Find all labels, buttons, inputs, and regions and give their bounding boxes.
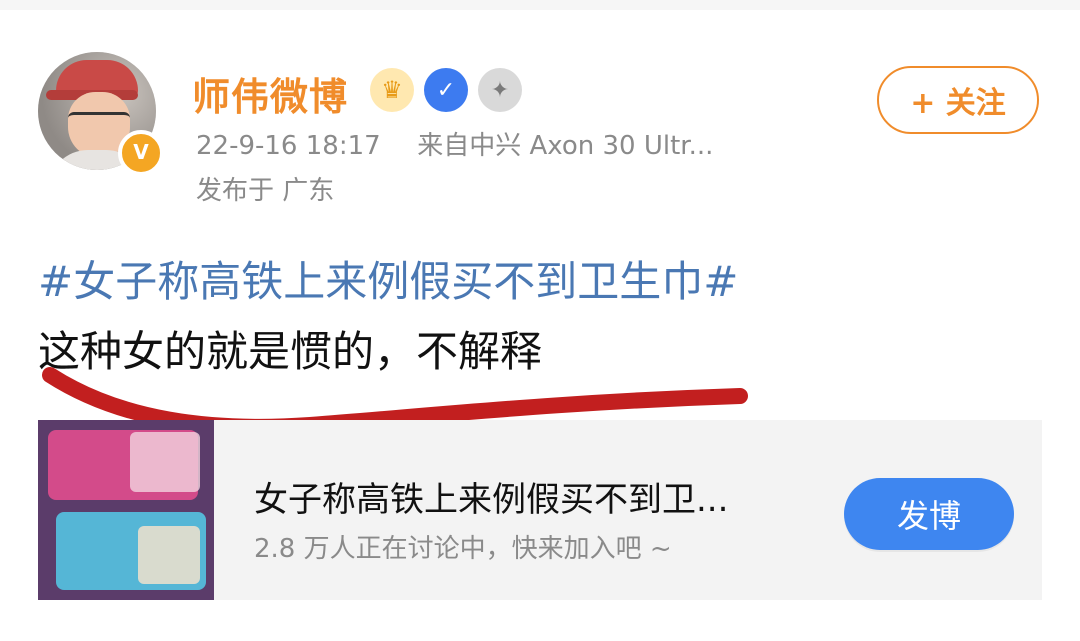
post-meta: 22-9-16 18:17 来自中兴 Axon 30 Ultr... — [196, 125, 713, 162]
topic-subtitle: 2.8 万人正在讨论中，快来加入吧 ~ — [254, 534, 672, 564]
post-time: 22-9-16 18:17 — [196, 131, 381, 161]
v-badge-icon: V — [118, 130, 164, 176]
user-badges: ♛ ✓ ✦ — [370, 68, 522, 112]
follow-button[interactable]: + 关注 — [877, 66, 1039, 134]
thumbnail-illustration-2 — [138, 526, 200, 584]
crown-icon[interactable]: ♛ — [370, 68, 414, 112]
verified-shield-icon[interactable]: ✓ — [424, 68, 468, 112]
topic-card[interactable]: 女子称高铁上来例假买不到卫... 2.8 万人正在讨论中，快来加入吧 ~ 发博 — [38, 420, 1042, 600]
topic-hashtag[interactable]: #女子称高铁上来例假买不到卫生巾# — [38, 248, 738, 309]
post-location: 发布于 广东 — [196, 176, 335, 206]
avatar-glasses — [68, 112, 130, 129]
username[interactable]: 师伟微博 — [192, 66, 348, 121]
top-bar — [0, 0, 1080, 10]
medal-icon[interactable]: ✦ — [478, 68, 522, 112]
topic-thumbnail — [38, 420, 214, 600]
thumbnail-illustration-1 — [130, 432, 200, 492]
post-button[interactable]: 发博 — [844, 478, 1014, 550]
post-source[interactable]: 来自中兴 Axon 30 Ultr... — [417, 131, 713, 161]
topic-title[interactable]: 女子称高铁上来例假买不到卫... — [254, 472, 728, 521]
